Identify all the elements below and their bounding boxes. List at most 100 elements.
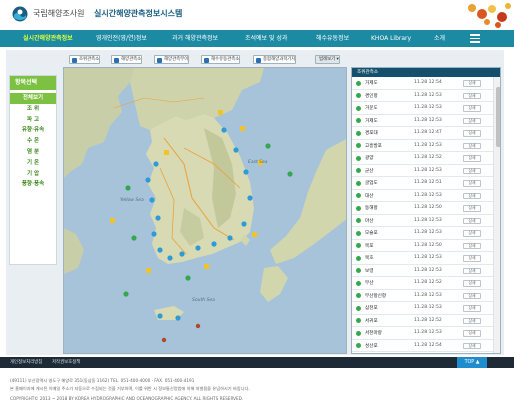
- station-name[interactable]: 동해항: [365, 205, 378, 211]
- sidebar-item-pressure[interactable]: 기 압: [10, 169, 56, 180]
- station-name[interactable]: 서천마량: [365, 330, 382, 336]
- nav-about[interactable]: 소개: [434, 30, 445, 47]
- detail-button[interactable]: 상세: [463, 342, 481, 349]
- station-name[interactable]: 서귀포: [365, 318, 378, 324]
- station-name[interactable]: 거제도: [365, 80, 378, 86]
- table-row[interactable]: 거제도 11.28 12:54 상세: [352, 77, 500, 90]
- detail-button[interactable]: 상세: [463, 117, 481, 124]
- table-row[interactable]: 군산 11.28 12:53 상세: [352, 165, 500, 177]
- station-name[interactable]: 군산: [365, 168, 373, 174]
- table-row[interactable]: 대산 11.28 12:53 상세: [352, 190, 500, 202]
- table-row[interactable]: 서천마량 11.28 12:53 상세: [352, 327, 500, 340]
- station-name[interactable]: 광양: [365, 155, 373, 161]
- layer-tide-station-button[interactable]: 조위관측소: [69, 55, 101, 64]
- sidebar-item-air-temp[interactable]: 기 온: [10, 158, 56, 169]
- sidebar-item-all[interactable]: 전체보기: [10, 93, 56, 104]
- table-row[interactable]: 고흥발포 11.28 12:53 상세: [352, 140, 500, 152]
- observation-map[interactable]: East Sea Yellow Sea South Sea: [63, 67, 347, 354]
- detail-button[interactable]: 상세: [463, 292, 481, 299]
- station-name[interactable]: 경인항: [365, 93, 378, 99]
- station-name[interactable]: 거문도: [365, 105, 378, 111]
- sidebar-item-tide[interactable]: 조 위: [10, 104, 56, 115]
- detail-button[interactable]: 상세: [463, 317, 481, 324]
- detail-button[interactable]: 상세: [463, 130, 481, 137]
- table-row[interactable]: 굴업도 11.28 12:51 상세: [352, 177, 500, 190]
- detail-button[interactable]: 상세: [463, 192, 481, 199]
- sidebar-item-wave-height[interactable]: 파 고: [10, 115, 56, 126]
- top-button[interactable]: TOP ▲: [457, 357, 487, 368]
- station-name[interactable]: 거제도: [365, 118, 378, 124]
- station-name[interactable]: 모슬포: [365, 230, 378, 236]
- detail-button[interactable]: 상세: [463, 280, 481, 287]
- detail-button[interactable]: 상세: [463, 180, 481, 187]
- detail-button[interactable]: 상세: [463, 217, 481, 224]
- nav-past-observation[interactable]: 과거 해양관측정보: [172, 30, 218, 47]
- table-row[interactable]: 부산항신항 11.28 12:53 상세: [352, 290, 500, 302]
- detail-button[interactable]: 상세: [463, 230, 481, 237]
- privacy-policy-link[interactable]: 개인정보처리방침: [10, 357, 42, 368]
- station-name[interactable]: 대산: [365, 193, 373, 199]
- layer-buoy-button[interactable]: 해양관측부이: [154, 55, 190, 64]
- org-name[interactable]: 국립해양조사원: [33, 8, 85, 19]
- table-row[interactable]: 삼천포 11.28 12:53 상세: [352, 302, 500, 315]
- table-row[interactable]: 부산 11.28 12:52 상세: [352, 277, 500, 290]
- legend-toggle-button[interactable]: 범례보기 ▾: [315, 55, 340, 64]
- nav-khoa-library[interactable]: KHOA Library: [371, 30, 411, 47]
- table-row[interactable]: 서귀포 11.28 12:52 상세: [352, 315, 500, 327]
- table-row[interactable]: 보령 11.28 12:53 상세: [352, 265, 500, 277]
- detail-button[interactable]: 상세: [463, 305, 481, 312]
- table-row[interactable]: 묵호 11.28 12:53 상세: [352, 252, 500, 265]
- sidebar-item-current[interactable]: 유향·유속: [10, 125, 56, 136]
- scrollbar-thumb[interactable]: [495, 87, 500, 147]
- detail-button[interactable]: 상세: [463, 242, 481, 249]
- table-row[interactable]: 모슬포 11.28 12:53 상세: [352, 227, 500, 240]
- detail-button[interactable]: 상세: [463, 155, 481, 162]
- table-row[interactable]: 동해항 11.28 12:50 상세: [352, 202, 500, 215]
- nav-tide-forecast[interactable]: 조석예보 및 성과: [245, 30, 287, 47]
- detail-button[interactable]: 상세: [463, 267, 481, 274]
- table-row[interactable]: 경인항 11.28 12:53 상세: [352, 90, 500, 102]
- station-name[interactable]: 목포: [365, 243, 373, 249]
- detail-button[interactable]: 상세: [463, 167, 481, 174]
- detail-button[interactable]: 상세: [463, 105, 481, 112]
- table-row[interactable]: 거문도 11.28 12:53 상세: [352, 102, 500, 115]
- observation-time: 11.28 12:52: [414, 317, 442, 323]
- sidebar-item-salinity[interactable]: 염 분: [10, 147, 56, 158]
- station-name[interactable]: 부산: [365, 280, 373, 286]
- station-list-scrollbar[interactable]: [493, 77, 500, 353]
- station-name[interactable]: 성산포: [365, 343, 378, 349]
- station-name[interactable]: 고흥발포: [365, 143, 382, 149]
- table-row[interactable]: 성산포 11.28 12:54 상세: [352, 340, 500, 352]
- station-name[interactable]: 경포대: [365, 130, 378, 136]
- layer-ocean-station-button[interactable]: 해양관측소: [111, 55, 143, 64]
- station-name[interactable]: 보령: [365, 268, 373, 274]
- station-name[interactable]: 삼천포: [365, 305, 378, 311]
- table-row[interactable]: 광양 11.28 12:52 상세: [352, 152, 500, 165]
- station-name[interactable]: 마산: [365, 218, 373, 224]
- station-name[interactable]: 묵호: [365, 255, 373, 261]
- detail-button[interactable]: 상세: [463, 92, 481, 99]
- nav-realtime-observation[interactable]: 실시간해양관측정보: [23, 30, 73, 47]
- system-name[interactable]: 실시간해양관측정보시스템: [94, 8, 182, 19]
- khoa-logo-icon[interactable]: [12, 6, 28, 22]
- table-row[interactable]: 마산 11.28 12:53 상세: [352, 215, 500, 227]
- copyright-policy-link[interactable]: 저작권보호정책: [52, 357, 80, 368]
- hamburger-icon[interactable]: [470, 34, 480, 43]
- nav-marine-safety[interactable]: 영개인전(영/연)정보: [96, 30, 147, 47]
- sidebar-item-wind[interactable]: 풍향·풍속: [10, 179, 56, 190]
- table-row[interactable]: 거제도 11.28 12:53 상세: [352, 115, 500, 127]
- detail-button[interactable]: 상세: [463, 142, 481, 149]
- table-row[interactable]: 속초11.28 12:53상세: [352, 352, 500, 353]
- nav-current-info[interactable]: 해수유동정보: [316, 30, 349, 47]
- table-row[interactable]: 경포대 11.28 12:47 상세: [352, 127, 500, 140]
- detail-button[interactable]: 상세: [463, 205, 481, 212]
- station-name[interactable]: 굴업도: [365, 180, 378, 186]
- detail-button[interactable]: 상세: [463, 255, 481, 262]
- station-name[interactable]: 부산항신항: [365, 293, 386, 299]
- detail-button[interactable]: 상세: [463, 80, 481, 87]
- sidebar-item-water-temp[interactable]: 수 온: [10, 136, 56, 147]
- layer-science-base-button[interactable]: 종합해양과학기지: [253, 55, 297, 64]
- detail-button[interactable]: 상세: [463, 330, 481, 337]
- table-row[interactable]: 목포 11.28 12:50 상세: [352, 240, 500, 252]
- layer-current-station-button[interactable]: 해수유동관측소: [201, 55, 241, 64]
